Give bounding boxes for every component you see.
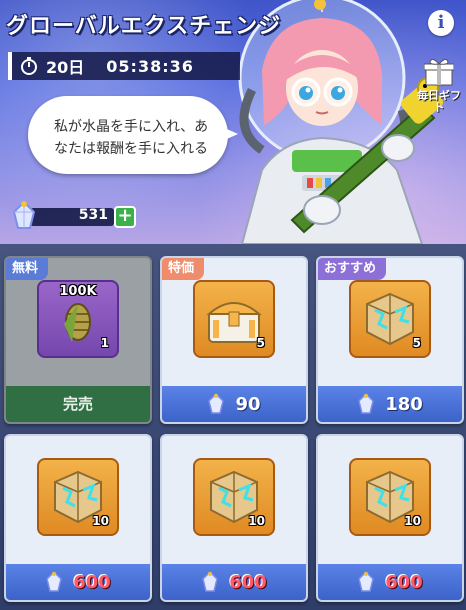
shop-item-card[interactable]: 10 600	[160, 434, 308, 602]
item-frame: 10	[37, 458, 119, 536]
shop-item-card[interactable]: 無料 100K 1 完売	[4, 256, 152, 424]
price-button[interactable]: 180	[318, 386, 462, 422]
item-frame: 5	[193, 280, 275, 358]
item-quantity: 10	[92, 514, 109, 528]
price-button[interactable]: 600	[6, 564, 150, 600]
item-tag: おすすめ	[318, 258, 387, 280]
info-icon: i	[437, 12, 445, 33]
sold-out-label: 完売	[6, 386, 150, 422]
price-button[interactable]: 90	[162, 386, 306, 422]
shop-grid: 無料 100K 1 完売 特価 5 90 おすすめ 5 180 10 600 1…	[0, 244, 466, 610]
timer-clock: 05:38:36	[106, 56, 194, 76]
item-frame: 100K 1	[37, 280, 119, 358]
shop-item-card[interactable]: 10 600	[4, 434, 152, 602]
item-label: 100K	[59, 284, 97, 299]
item-quantity: 10	[248, 514, 265, 528]
crystal-icon	[46, 571, 63, 592]
price-button[interactable]: 600	[162, 564, 306, 600]
item-quantity: 5	[412, 336, 421, 350]
shop-item-card[interactable]: 10 600	[316, 434, 464, 602]
item-price: 180	[385, 393, 423, 415]
shop-item-card[interactable]: 特価 5 90	[160, 256, 308, 424]
item-price: 600	[73, 571, 111, 593]
item-quantity: 1	[100, 336, 109, 350]
add-currency-button[interactable]: +	[114, 206, 136, 228]
speech-bubble: 私が水晶を手に入れ、あなたは報酬を手に入れる	[28, 96, 238, 174]
item-tag: 特価	[162, 258, 205, 280]
crystal-icon	[12, 200, 36, 229]
item-price: 90	[235, 393, 261, 415]
timer-days: 20日	[46, 58, 85, 77]
crystal-icon	[202, 571, 219, 592]
gift-label: 毎日ギフト	[417, 89, 461, 114]
currency-value: 531	[78, 207, 108, 223]
item-price: 600	[229, 571, 267, 593]
info-button[interactable]: i	[428, 10, 454, 36]
item-quantity: 10	[404, 514, 421, 528]
stopwatch-icon	[21, 57, 37, 75]
crystal-currency: 531 +	[10, 200, 140, 232]
crystal-icon	[208, 393, 225, 414]
item-quantity: 5	[256, 336, 265, 350]
event-title: グローバルエクスチェンジ	[6, 14, 282, 39]
corn-cob-icon	[64, 303, 91, 342]
item-frame: 5	[349, 280, 431, 358]
item-frame: 10	[349, 458, 431, 536]
event-timer: 20日 05:38:36	[8, 52, 240, 80]
gift-box-icon	[423, 58, 455, 86]
item-tag: 無料	[6, 258, 49, 280]
event-banner: グローバルエクスチェンジ i 20日 05:38:36 私が水晶を手に入れ、あな…	[0, 0, 466, 244]
item-frame: 10	[193, 458, 275, 536]
crystal-icon	[358, 571, 375, 592]
crystal-cube-icon	[366, 292, 414, 346]
shop-item-card[interactable]: おすすめ 5 180	[316, 256, 464, 424]
treasure-chest-icon	[206, 302, 262, 343]
crystal-icon	[358, 393, 375, 414]
item-price: 600	[385, 571, 423, 593]
daily-gift-button[interactable]: 毎日ギフト	[414, 58, 464, 114]
price-button[interactable]: 600	[318, 564, 462, 600]
